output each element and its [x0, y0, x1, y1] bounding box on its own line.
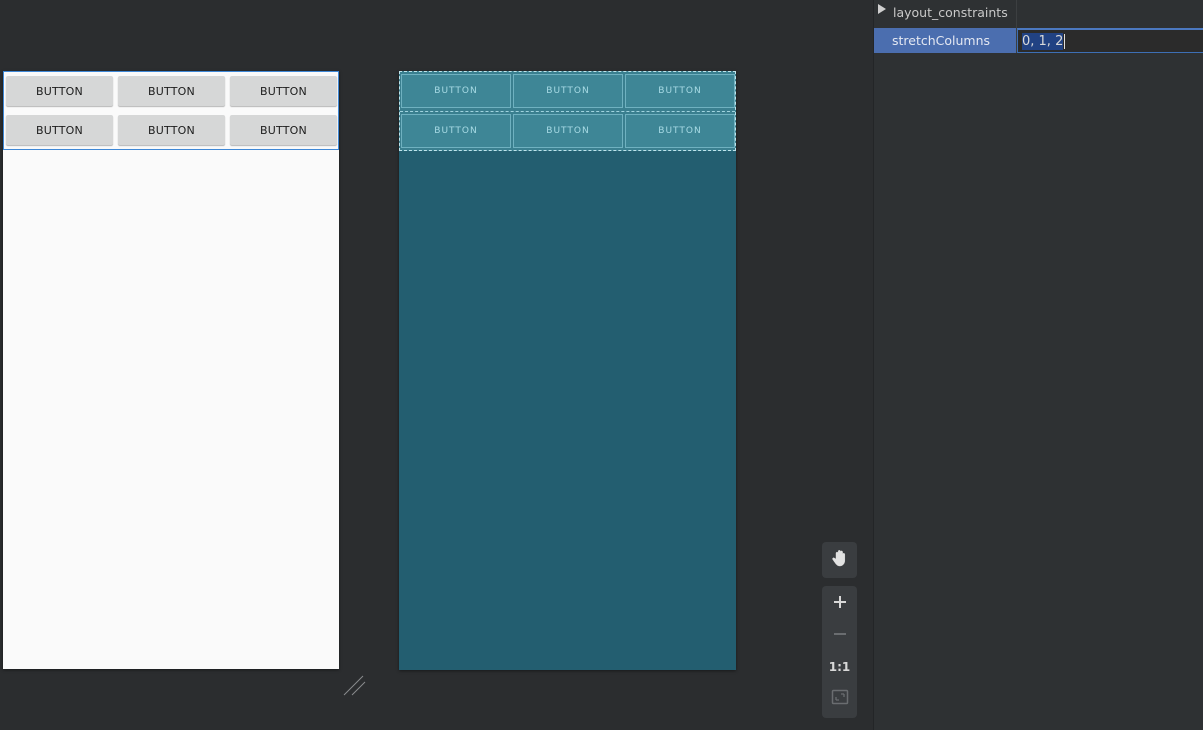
blueprint-surface[interactable]: BUTTON BUTTON BUTTON BUTTON BUTTON BUTTO…: [399, 71, 736, 670]
attribute-row-selected[interactable]: stretchColumns 0, 1, 2: [874, 28, 1203, 53]
zoom-to-fit-button[interactable]: [822, 684, 857, 714]
fit-screen-icon: [831, 689, 849, 709]
attribute-value-text: 0, 1, 2: [1022, 32, 1064, 50]
table-row[interactable]: BUTTON BUTTON BUTTON: [4, 111, 338, 150]
design-button[interactable]: BUTTON: [6, 76, 113, 106]
blueprint-table-layout[interactable]: BUTTON BUTTON BUTTON BUTTON BUTTON BUTTO…: [399, 71, 736, 151]
attributes-panel: layout_constraints stretchColumns 0, 1, …: [873, 0, 1203, 730]
design-button[interactable]: BUTTON: [6, 115, 113, 145]
attribute-name: stretchColumns: [874, 28, 1016, 53]
design-button[interactable]: BUTTON: [230, 76, 337, 106]
zoom-toolbar: 1:1: [822, 586, 857, 718]
blueprint-button[interactable]: BUTTON: [401, 114, 511, 148]
design-surface[interactable]: BUTTON BUTTON BUTTON BUTTON BUTTON BUTTO…: [3, 71, 339, 669]
attribute-value-input[interactable]: 0, 1, 2: [1017, 28, 1203, 53]
zoom-reset-label: 1:1: [828, 660, 851, 674]
table-row[interactable]: BUTTON BUTTON BUTTON: [400, 72, 735, 111]
hand-icon: [830, 548, 850, 572]
blueprint-button[interactable]: BUTTON: [625, 114, 735, 148]
table-row[interactable]: BUTTON BUTTON BUTTON: [4, 72, 338, 111]
blueprint-button[interactable]: BUTTON: [401, 74, 511, 108]
attribute-name: layout_constraints: [893, 4, 1008, 20]
attribute-name-cell[interactable]: layout_constraints: [874, 0, 1016, 24]
minus-icon: [833, 626, 847, 645]
design-button[interactable]: BUTTON: [118, 76, 225, 106]
zoom-in-button[interactable]: [822, 588, 857, 618]
text-caret: [1064, 33, 1066, 49]
design-button[interactable]: BUTTON: [230, 115, 337, 145]
design-button[interactable]: BUTTON: [118, 115, 225, 145]
blueprint-button[interactable]: BUTTON: [513, 74, 623, 108]
expand-arrow-icon[interactable]: [878, 4, 886, 14]
blueprint-button[interactable]: BUTTON: [625, 74, 735, 108]
zoom-reset-button[interactable]: 1:1: [822, 652, 857, 682]
pan-button[interactable]: [822, 542, 857, 578]
resize-handle-icon[interactable]: [343, 673, 367, 697]
attribute-row[interactable]: layout_constraints: [874, 0, 1203, 24]
layout-editor: BUTTON BUTTON BUTTON BUTTON BUTTON BUTTO…: [0, 0, 1203, 730]
blueprint-button[interactable]: BUTTON: [513, 114, 623, 148]
plus-icon: [833, 594, 847, 613]
table-row[interactable]: BUTTON BUTTON BUTTON: [400, 111, 735, 151]
zoom-out-button[interactable]: [822, 620, 857, 650]
column-divider: [1016, 0, 1017, 53]
table-layout-selected[interactable]: BUTTON BUTTON BUTTON BUTTON BUTTON BUTTO…: [3, 71, 339, 150]
